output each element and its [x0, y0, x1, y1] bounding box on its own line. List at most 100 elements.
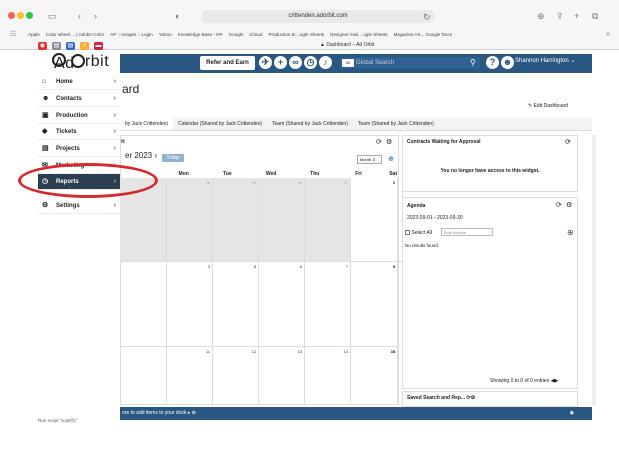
bookmark-item[interactable]: Magazine Art... Google Docs	[394, 32, 452, 37]
calendar-day[interactable]: 30	[259, 178, 305, 262]
calendar-day[interactable]	[120, 347, 167, 405]
add-event-icon[interactable]: ⊕	[388, 155, 394, 163]
calendar-day[interactable]: 15	[351, 347, 398, 405]
calendar-day[interactable]: 29	[213, 178, 259, 262]
download-icon[interactable]: ⊕	[537, 11, 545, 21]
bookmark-item[interactable]: Google	[229, 32, 244, 37]
bookmark-item[interactable]: Knowledge Base - KR	[178, 32, 223, 37]
logo[interactable]: Ad rbit	[52, 53, 110, 72]
add-icon[interactable]: ⊕	[192, 410, 196, 416]
new-tab-icon[interactable]: +	[574, 11, 579, 21]
scrollbar[interactable]	[592, 135, 596, 405]
sidebar-item-production[interactable]: ▣ Production ›	[38, 108, 120, 124]
favicon-icon[interactable]: ✓	[80, 42, 89, 50]
shield-icon[interactable]: ◐	[175, 11, 180, 21]
agenda-empty: No results found.	[405, 243, 440, 248]
reload-icon[interactable]: ↻	[423, 12, 431, 22]
clock-icon[interactable]: ◷	[304, 56, 317, 69]
bookmark-item[interactable]: Apple	[28, 32, 40, 37]
select-all-checkbox[interactable]: Select All	[405, 230, 432, 236]
weekday-label: Thu	[310, 171, 320, 177]
today-button[interactable]: Today	[162, 154, 184, 162]
favicon-icon[interactable]: ◉	[38, 42, 47, 50]
sidebar-item-settings[interactable]: ⚙ Settings ›	[38, 198, 120, 214]
calendar-day[interactable]: 13	[259, 347, 305, 405]
chevron-right-icon: ›	[113, 78, 116, 85]
next-month-button[interactable]: ›	[154, 151, 157, 160]
global-search-input[interactable]: All Global Search	[340, 57, 480, 69]
play-icon[interactable]: ▸	[188, 410, 191, 416]
next-page-icon[interactable]: ▶	[554, 378, 558, 384]
calendar-day[interactable]: 6	[259, 262, 305, 347]
calendar-day[interactable]: 12	[213, 347, 259, 405]
calendar-day[interactable]: 1	[351, 178, 398, 262]
calendar-day[interactable]: 8	[351, 262, 398, 347]
agenda-widget	[402, 197, 578, 389]
active-tab-title[interactable]: ▲ Dashboard – Ad Orbit	[320, 42, 374, 48]
minimize-button[interactable]	[17, 12, 24, 19]
tab-widget[interactable]: by Jack Crittenden)	[120, 117, 174, 130]
add-icon[interactable]: +	[274, 56, 287, 69]
gear-icon[interactable]: ⚙	[386, 138, 392, 146]
user-menu[interactable]: Shannon Harrington ⌄	[515, 57, 575, 64]
favicon-icon[interactable]: ▤	[66, 42, 75, 50]
avatar[interactable]: ☻	[501, 56, 514, 69]
calendar-day[interactable]: 9	[393, 264, 395, 269]
bookmark-item[interactable]: AP :: Images :: Login	[110, 32, 153, 37]
tab-calendar[interactable]: Calendar (Shared by Jack Crittenden)	[173, 117, 267, 130]
favicon-icon[interactable]: ▬	[94, 42, 103, 50]
bookmark-item[interactable]: iCloud	[249, 32, 262, 37]
search-icon[interactable]: ⚲	[470, 58, 476, 67]
tab-team-2[interactable]: Team (Shared by Jack Crittenden)	[353, 117, 439, 130]
gear-icon[interactable]: ⚙	[566, 201, 572, 209]
sidebar-item-home[interactable]: ⌂ Home ›	[38, 74, 120, 90]
bookmark-item[interactable]: Designer Assi....ogle Sheets	[330, 32, 387, 37]
back-icon[interactable]: ‹	[78, 11, 81, 21]
calendar-day[interactable]: 16	[391, 349, 395, 354]
add-icon[interactable]: ⊕	[567, 228, 574, 237]
calendar-day[interactable]: 14	[305, 347, 351, 405]
help-icon[interactable]: ?	[486, 56, 499, 69]
sidebar-item-projects[interactable]: ▤ Projects ›	[38, 141, 120, 157]
sidebar-toggle-icon[interactable]: ▭	[48, 11, 57, 21]
bulk-actions-select[interactable]: Bulk Actions	[441, 228, 493, 236]
refresh-icon[interactable]: ⟳	[376, 138, 382, 146]
edit-dashboard-button[interactable]: ✎ Edit Dashboard	[528, 103, 568, 109]
share-icon[interactable]: ⇪	[556, 11, 564, 21]
tab-overview-icon[interactable]: ⧉	[592, 11, 598, 21]
forward-icon[interactable]: ›	[94, 11, 97, 21]
dock-toggle-icon[interactable]: ◉	[570, 407, 574, 420]
tab-favicons: ◉ ▤ ▤ ✓ ▬	[38, 42, 103, 50]
more-bookmarks-icon[interactable]: »	[606, 30, 610, 40]
calendar-day[interactable]: 28	[167, 178, 213, 262]
bookmark-item[interactable]: Production B....ogle Sheets	[268, 32, 324, 37]
favicon-icon[interactable]: ▤	[52, 42, 61, 50]
calendar-day[interactable]: 4	[167, 262, 213, 347]
refer-and-earn-button[interactable]: Refer and Earn	[200, 56, 255, 70]
calendar-day[interactable]: 5	[213, 262, 259, 347]
bookmarks-grid-icon[interactable]: ☷	[10, 30, 16, 40]
bookmark-item[interactable]: Yahoo	[159, 32, 172, 37]
gear-icon[interactable]: ⚙	[471, 395, 475, 401]
zoom-button[interactable]	[26, 12, 33, 19]
bookmark-item[interactable]: Color wheel, ...| Adobe Color	[46, 32, 104, 37]
url-bar[interactable]: crittenden.adorbit.com	[202, 10, 434, 23]
bell-icon[interactable]: ♪	[319, 56, 332, 69]
calendar-day[interactable]: 11	[167, 347, 213, 405]
refresh-icon[interactable]: ⟳	[565, 138, 571, 146]
tab-team[interactable]: Team (Shared by Jack Crittenden)	[267, 117, 353, 130]
sidebar-item-tickets[interactable]: ◆ Tickets ›	[38, 124, 120, 140]
weekday-label: Tue	[223, 171, 232, 177]
calendar-day[interactable]	[120, 262, 167, 347]
rocket-icon[interactable]: ✈	[259, 56, 272, 69]
calendar-day[interactable]: 7	[305, 262, 351, 347]
refresh-icon[interactable]: ⟳	[556, 201, 562, 209]
sidebar-item-contacts[interactable]: ☻ Contacts ›	[38, 91, 120, 107]
search-scope-select[interactable]: All	[342, 59, 354, 67]
calendar-day[interactable]: 2	[393, 180, 395, 185]
logo-text: rbit	[84, 53, 110, 70]
calendar-day[interactable]: 31	[305, 178, 351, 262]
link-icon[interactable]: ∞	[289, 56, 302, 69]
view-select[interactable]: Month ⇕	[357, 155, 382, 164]
close-button[interactable]	[8, 12, 15, 19]
